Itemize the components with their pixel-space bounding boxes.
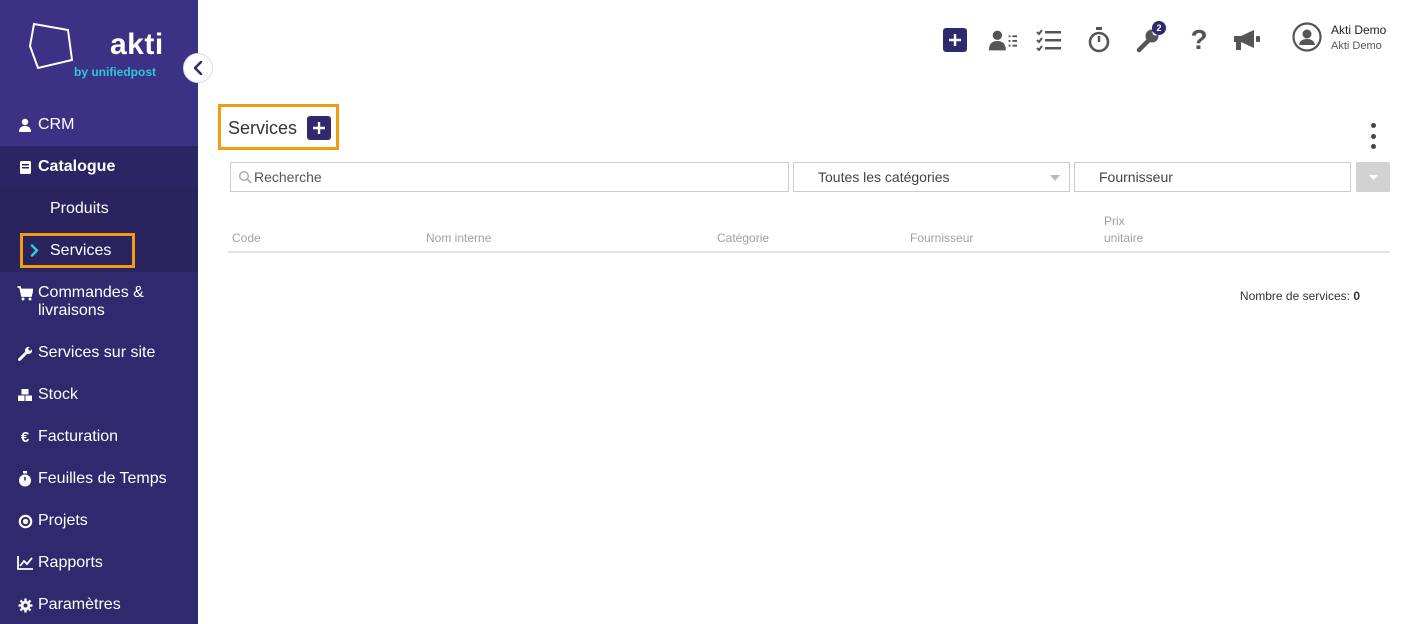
megaphone-icon: [1234, 30, 1260, 50]
announcements-button[interactable]: [1232, 24, 1262, 56]
logo-icon: [28, 22, 74, 70]
column-header-prix-line2: unitaire: [1104, 231, 1144, 245]
gear-icon: [17, 597, 33, 613]
user-list-icon: [988, 30, 1018, 51]
sidebar-item-label: Catalogue: [38, 158, 116, 175]
user-name: Akti Demo: [1331, 23, 1387, 37]
column-header-categorie[interactable]: Catégorie: [717, 230, 769, 247]
sidebar-item-label: Services sur site: [38, 344, 156, 361]
category-select[interactable]: Toutes les catégories: [793, 162, 1070, 192]
sidebar-nav: CRM Catalogue Produits Services Commande…: [0, 104, 198, 624]
contacts-list-button[interactable]: [988, 24, 1018, 56]
sidebar-item-label: Commandes & livraisons: [38, 284, 144, 319]
sidebar-item-feuilles-de-temps[interactable]: Feuilles de Temps: [0, 458, 198, 500]
column-header-prix-line1: Prix: [1104, 214, 1125, 228]
user-icon: [17, 117, 33, 133]
sidebar-item-services-sur-site[interactable]: Services sur site: [0, 332, 198, 374]
sidebar-subitem-produits[interactable]: Produits: [0, 188, 198, 230]
kebab-dot: [1370, 133, 1376, 139]
logo-text: akti: [110, 28, 164, 61]
sidebar-item-commandes[interactable]: Commandes & livraisons: [0, 272, 198, 332]
sidebar-item-parametres[interactable]: Paramètres: [0, 584, 198, 624]
help-button[interactable]: ?: [1184, 24, 1214, 56]
user-circle-icon: [1292, 22, 1322, 52]
sidebar-item-projets[interactable]: Projets: [0, 500, 198, 542]
services-count-label: Nombre de services:: [1239, 289, 1350, 303]
column-header-prix-unitaire[interactable]: Prix unitaire: [1104, 213, 1143, 247]
kebab-dot: [1370, 123, 1376, 128]
user-menu[interactable]: Akti Demo Akti Demo: [1292, 22, 1386, 52]
book-icon: [17, 159, 33, 175]
sidebar-item-label: Produits: [50, 200, 109, 217]
chevron-right-icon: [30, 244, 39, 257]
category-select-value: Toutes les catégories: [818, 169, 950, 185]
maintenance-button[interactable]: 2: [1134, 21, 1166, 56]
kebab-dot: [1370, 144, 1376, 149]
chevron-left-icon: [193, 61, 203, 75]
catalogue-submenu: Produits Services: [0, 188, 198, 272]
sidebar-item-label: CRM: [38, 116, 75, 133]
tasks-button[interactable]: [1034, 24, 1064, 56]
sidebar-item-label: Feuilles de Temps: [38, 470, 167, 487]
notification-badge: 2: [1152, 21, 1166, 35]
stopwatch-icon: [17, 471, 33, 487]
task-list-icon: [1036, 29, 1061, 51]
target-icon: [17, 513, 33, 529]
column-header-code[interactable]: Code: [232, 230, 261, 247]
cart-icon: [17, 285, 33, 301]
caret-down-icon: [1368, 174, 1378, 180]
app: akti by unifiedpost CRM Catalogue Produi…: [0, 0, 1402, 624]
sidebar-item-label: Paramètres: [38, 596, 121, 613]
collapse-sidebar-button[interactable]: [183, 53, 213, 83]
supplier-dropdown-button[interactable]: [1356, 162, 1390, 192]
sidebar-subitem-services[interactable]: Services: [0, 230, 198, 272]
question-icon: ?: [1190, 24, 1208, 55]
supplier-select[interactable]: Fournisseur: [1074, 162, 1351, 192]
column-header-fournisseur[interactable]: Fournisseur: [910, 230, 973, 247]
sidebar-item-crm[interactable]: CRM: [0, 104, 198, 146]
services-count: Nombre de services: 0: [1240, 289, 1360, 303]
more-options-button[interactable]: [1365, 123, 1381, 149]
search-input[interactable]: [252, 169, 752, 185]
plus-icon: [313, 122, 325, 134]
quick-add-button[interactable]: [940, 24, 970, 56]
stopwatch-icon: [1088, 27, 1110, 53]
column-header-nom-interne[interactable]: Nom interne: [426, 230, 491, 247]
sidebar-item-label: Projets: [38, 512, 88, 529]
topbar-actions: 2 ?: [940, 21, 1262, 56]
add-service-button[interactable]: [307, 116, 331, 140]
plus-square-icon: [943, 28, 967, 52]
sidebar-item-catalogue[interactable]: Catalogue: [0, 146, 198, 188]
wrench-icon: [17, 345, 33, 361]
page-title: Services: [228, 118, 298, 138]
table-header-divider: [228, 251, 1390, 253]
supplier-select-value: Fournisseur: [1099, 169, 1173, 185]
cubes-icon: [17, 387, 33, 403]
sidebar-item-label: Rapports: [38, 554, 103, 571]
sidebar-item-label: Facturation: [38, 428, 119, 445]
timesheet-button[interactable]: [1084, 24, 1114, 56]
search-field: [230, 162, 789, 192]
sidebar-item-facturation[interactable]: € Facturation: [0, 416, 198, 458]
sidebar-item-label: Stock: [38, 386, 79, 403]
services-count-value: 0: [1353, 289, 1360, 303]
sidebar-item-rapports[interactable]: Rapports: [0, 542, 198, 584]
sidebar: akti by unifiedpost CRM Catalogue Produi…: [0, 0, 213, 624]
logo-area: akti by unifiedpost: [0, 0, 198, 104]
user-company: Akti Demo: [1331, 40, 1382, 52]
logo-tagline: by unifiedpost: [74, 65, 156, 79]
sidebar-item-stock[interactable]: Stock: [0, 374, 198, 416]
euro-icon: €: [20, 428, 30, 446]
chart-icon: [17, 555, 33, 571]
search-icon: [238, 170, 252, 184]
caret-down-icon: [1050, 175, 1060, 181]
